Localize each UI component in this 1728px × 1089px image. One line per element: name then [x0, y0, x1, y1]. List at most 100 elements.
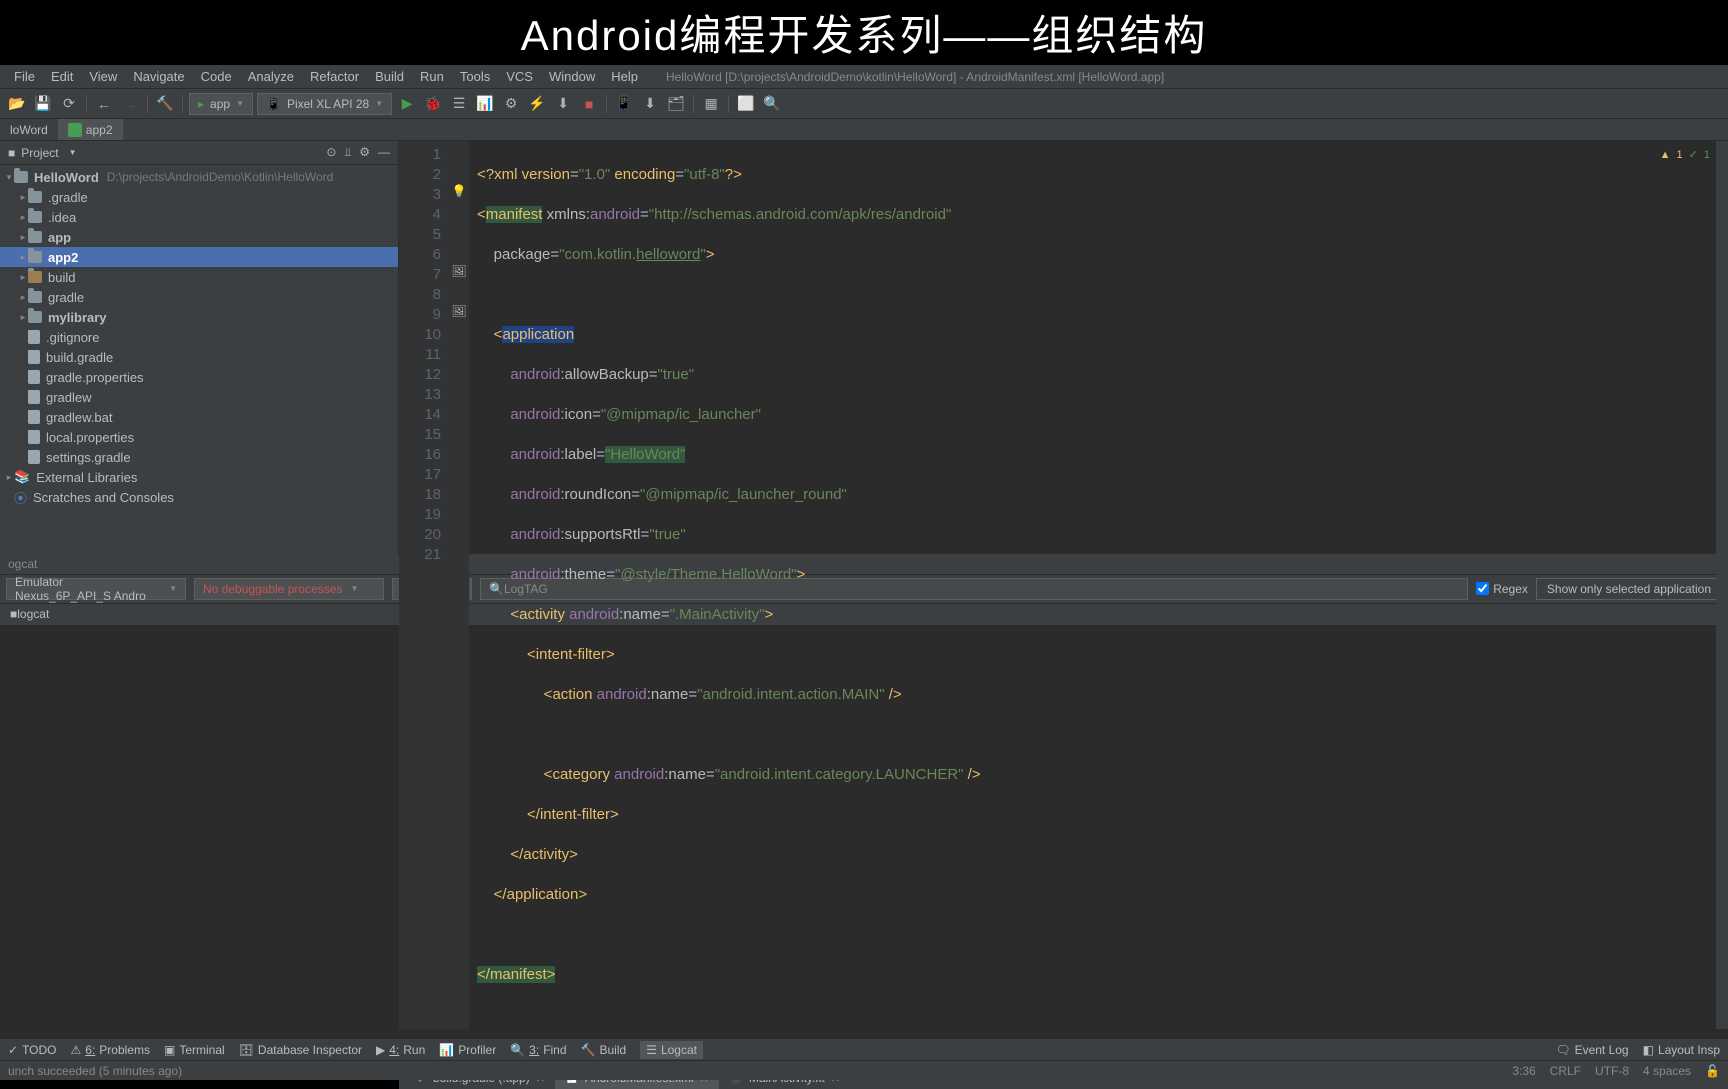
menu-refactor[interactable]: Refactor	[302, 69, 367, 84]
file-icon	[28, 450, 40, 464]
cursor-position[interactable]: 3:36	[1512, 1064, 1535, 1078]
scroll-indicator[interactable]	[1716, 141, 1728, 1029]
code-area[interactable]: 1 2 3 4 5 6 7 8 9 10 11 12 13 14 15 16 1	[399, 141, 1728, 1029]
tree-item-selected[interactable]: ▸app2	[0, 247, 398, 267]
image-icon[interactable]: 🖼	[449, 261, 469, 281]
stop-icon[interactable]: ■	[578, 93, 600, 115]
menu-tools[interactable]: Tools	[452, 69, 498, 84]
device-select[interactable]: Emulator Nexus_6P_API_S Andro▼	[6, 578, 186, 600]
tool-profiler[interactable]: 📊 Profiler	[439, 1041, 496, 1059]
tool-database[interactable]: 🗄 Database Inspector	[239, 1041, 362, 1059]
project-title[interactable]: ■ Project ▼	[8, 146, 77, 160]
search-icon[interactable]: 🔍	[761, 93, 783, 115]
ide-window: File Edit View Navigate Code Analyze Ref…	[0, 65, 1728, 1080]
back-icon[interactable]: ←	[93, 93, 115, 115]
avd-icon[interactable]: 📱	[613, 93, 635, 115]
attach-icon[interactable]: ⚙	[500, 93, 522, 115]
nav-tab-helloword[interactable]: loWord	[0, 119, 58, 140]
bulb-icon[interactable]: 💡	[449, 181, 469, 201]
status-bar: unch succeeded (5 minutes ago) 3:36 CRLF…	[0, 1060, 1728, 1080]
tree-item-scratches[interactable]: ⦿Scratches and Consoles	[0, 487, 398, 507]
forward-icon[interactable]: →	[119, 93, 141, 115]
tree-item[interactable]: gradle.properties	[0, 367, 398, 387]
tree-item[interactable]: local.properties	[0, 427, 398, 447]
status-message: unch succeeded (5 minutes ago)	[8, 1064, 182, 1078]
tool-run[interactable]: ▶ 4: Run	[376, 1041, 425, 1059]
tool-problems[interactable]: ⚠ 6: Problems	[71, 1041, 150, 1059]
resource-icon[interactable]: 🗂	[665, 93, 687, 115]
tool-event-log[interactable]: 🗨 Event Log	[1555, 1043, 1628, 1057]
folder-icon	[28, 311, 42, 323]
gear-icon[interactable]: ⚙	[359, 145, 370, 160]
run-config-label: app	[210, 97, 230, 111]
tool-layout-inspector[interactable]: ◧ Layout Insp	[1643, 1043, 1720, 1057]
menu-file[interactable]: File	[6, 69, 43, 84]
menu-edit[interactable]: Edit	[43, 69, 81, 84]
run-config-combo[interactable]: ▸ app ▼	[189, 93, 253, 115]
menu-vcs[interactable]: VCS	[498, 69, 541, 84]
project-sidebar: ■ Project ▼ ⊙ ⫫ ⚙ — ▾ HelloWord D:\proje…	[0, 141, 399, 554]
tree-item[interactable]: gradlew	[0, 387, 398, 407]
menu-build[interactable]: Build	[367, 69, 412, 84]
folder-icon	[28, 251, 42, 263]
tree-item[interactable]: ▸build	[0, 267, 398, 287]
tree-item[interactable]: settings.gradle	[0, 447, 398, 467]
sdk-icon[interactable]: ⬇	[639, 93, 661, 115]
tool-window-bar: ✓ TODO ⚠ 6: Problems ▣ Terminal 🗄 Databa…	[0, 1038, 1728, 1060]
line-separator[interactable]: CRLF	[1550, 1064, 1581, 1078]
layout-icon[interactable]: ⬜	[735, 93, 757, 115]
tool-todo[interactable]: ✓ TODO	[8, 1041, 57, 1059]
menu-run[interactable]: Run	[412, 69, 452, 84]
separator	[693, 95, 694, 113]
tree-item[interactable]: ▸app	[0, 227, 398, 247]
encoding[interactable]: UTF-8	[1595, 1064, 1629, 1078]
image-icon[interactable]: 🖼	[449, 301, 469, 321]
save-icon[interactable]: 💾	[32, 93, 54, 115]
tool-terminal[interactable]: ▣ Terminal	[164, 1041, 225, 1059]
tree-item[interactable]: .gitignore	[0, 327, 398, 347]
device-combo[interactable]: 📱 Pixel XL API 28 ▼	[257, 93, 392, 115]
tree-item-external[interactable]: ▸📚External Libraries	[0, 467, 398, 487]
tool-find[interactable]: 🔍 3: Find	[510, 1041, 566, 1059]
folder-icon	[28, 231, 42, 243]
process-select[interactable]: No debuggable processes▼	[194, 578, 384, 600]
menu-navigate[interactable]: Navigate	[125, 69, 192, 84]
sync-icon[interactable]: ⟳	[58, 93, 80, 115]
gutter-icons: 💡 🖼 🖼	[449, 141, 469, 1029]
debug-icon[interactable]: 🐞	[422, 93, 444, 115]
structure-icon[interactable]: ▦	[700, 93, 722, 115]
tree-root[interactable]: ▾ HelloWord D:\projects\AndroidDemo\Kotl…	[0, 167, 398, 187]
apply-icon[interactable]: ⚡	[526, 93, 548, 115]
code-content[interactable]: <?xml version="1.0" encoding="utf-8"?> <…	[469, 141, 1716, 1029]
folder-icon	[28, 191, 42, 203]
menu-view[interactable]: View	[81, 69, 125, 84]
coverage-icon[interactable]: ☰	[448, 93, 470, 115]
menu-window[interactable]: Window	[541, 69, 603, 84]
tree-item[interactable]: ▸.gradle	[0, 187, 398, 207]
lock-icon[interactable]: 🔓	[1705, 1064, 1720, 1078]
tree-item[interactable]: build.gradle	[0, 347, 398, 367]
nav-tab-app2[interactable]: app2	[58, 119, 123, 140]
toolbar: 📂 💾 ⟳ ← → 🔨 ▸ app ▼ 📱 Pixel XL API 28 ▼ …	[0, 89, 1728, 119]
hammer-icon[interactable]: 🔨	[154, 93, 176, 115]
menu-code[interactable]: Code	[193, 69, 240, 84]
line-gutter: 1 2 3 4 5 6 7 8 9 10 11 12 13 14 15 16 1	[399, 141, 449, 1029]
run-icon[interactable]: ▶	[396, 93, 418, 115]
menu-analyze[interactable]: Analyze	[240, 69, 302, 84]
inspection-badge[interactable]: ▲1 ✓1	[1660, 145, 1710, 165]
indent[interactable]: 4 spaces	[1643, 1064, 1691, 1078]
tree-item[interactable]: ▸mylibrary	[0, 307, 398, 327]
tree-item[interactable]: gradlew.bat	[0, 407, 398, 427]
expand-icon[interactable]: ⫫	[344, 145, 351, 160]
hide-icon[interactable]: —	[378, 145, 390, 160]
separator	[606, 95, 607, 113]
profile-icon[interactable]: 📊	[474, 93, 496, 115]
tree-item[interactable]: ▸.idea	[0, 207, 398, 227]
tree-item[interactable]: ▸gradle	[0, 287, 398, 307]
tool-build[interactable]: 🔨 Build	[581, 1041, 627, 1059]
instant-icon[interactable]: ⬇	[552, 93, 574, 115]
menu-help[interactable]: Help	[603, 69, 646, 84]
target-icon[interactable]: ⊙	[326, 145, 336, 160]
tool-logcat[interactable]: ☰ Logcat	[640, 1041, 703, 1059]
open-icon[interactable]: 📂	[6, 93, 28, 115]
